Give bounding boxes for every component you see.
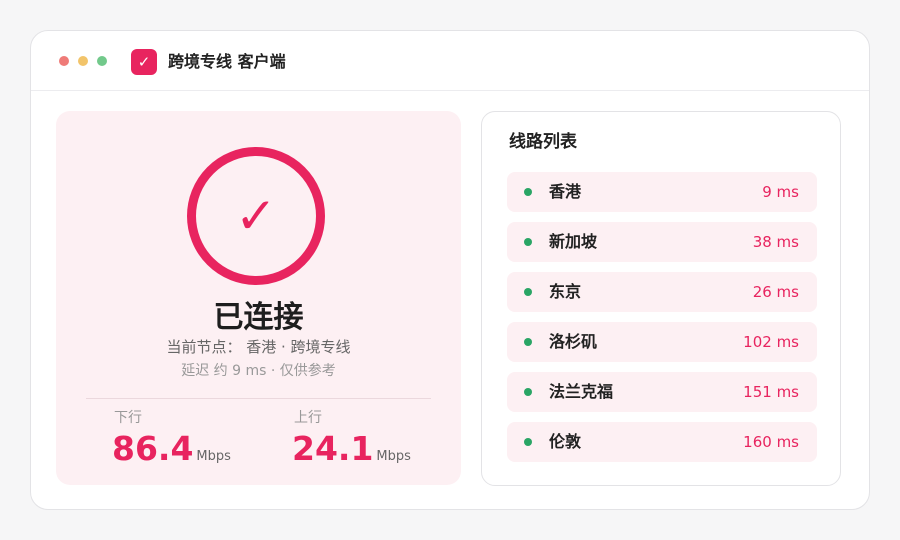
app-title: 跨境专线 客户端: [168, 52, 286, 71]
route-latency: 26 ms: [752, 283, 799, 301]
connected-ring-icon: ✓: [187, 147, 325, 285]
online-status-icon: [524, 338, 532, 346]
checkmark-icon: ✓: [235, 187, 277, 245]
route-latency: 102 ms: [743, 333, 799, 351]
route-name: 新加坡: [549, 232, 598, 251]
route-latency: 160 ms: [743, 433, 799, 451]
online-status-icon: [524, 438, 532, 446]
divider: [86, 398, 431, 399]
route-name: 东京: [549, 282, 582, 301]
close-window-button[interactable]: [59, 56, 69, 66]
route-name: 法兰克福: [549, 382, 614, 401]
online-status-icon: [524, 238, 532, 246]
upload-unit: Mbps: [376, 449, 411, 464]
current-node-text: 当前节点： 香港 · 跨境专线: [166, 338, 351, 356]
route-latency: 9 ms: [762, 183, 799, 201]
route-item-hong-kong[interactable]: 香港 9 ms: [507, 172, 817, 212]
route-item-tokyo[interactable]: 东京 26 ms: [507, 272, 817, 312]
route-name: 洛杉矶: [549, 332, 598, 351]
app-window: ✓ 跨境专线 客户端 ✓ 已连接 当前节点： 香港 · 跨境专线 延迟 约 9 …: [30, 30, 870, 510]
route-list-title: 线路列表: [509, 132, 577, 152]
upload-label: 上行: [294, 410, 322, 426]
route-latency: 151 ms: [743, 383, 799, 401]
download-label: 下行: [114, 410, 142, 426]
online-status-icon: [524, 288, 532, 296]
title-bar: ✓ 跨境专线 客户端: [31, 31, 869, 91]
online-status-icon: [524, 388, 532, 396]
latency-text: 延迟 约 9 ms · 仅供参考: [181, 363, 336, 379]
route-item-london[interactable]: 伦敦 160 ms: [507, 422, 817, 462]
download-unit: Mbps: [196, 449, 231, 464]
download-value: 86.4: [112, 429, 194, 468]
route-list-panel: 线路列表 香港 9 ms 新加坡 38 ms 东京 26 ms 洛杉矶 102 …: [481, 111, 841, 486]
route-latency: 38 ms: [752, 233, 799, 251]
upload-speed: 上行 24.1 Mbps: [292, 409, 411, 469]
upload-value: 24.1: [292, 429, 374, 468]
route-item-frankfurt[interactable]: 法兰克福 151 ms: [507, 372, 817, 412]
download-speed: 下行 86.4 Mbps: [112, 409, 231, 469]
maximize-window-button[interactable]: [97, 56, 107, 66]
connection-status-card: ✓ 已连接 当前节点： 香港 · 跨境专线 延迟 约 9 ms · 仅供参考 下…: [56, 111, 461, 485]
route-item-singapore[interactable]: 新加坡 38 ms: [507, 222, 817, 262]
route-name: 香港: [549, 182, 582, 201]
route-name: 伦敦: [549, 432, 582, 451]
app-logo-icon: ✓: [131, 49, 157, 75]
route-list: 香港 9 ms 新加坡 38 ms 东京 26 ms 洛杉矶 102 ms 法兰…: [507, 172, 817, 472]
minimize-window-button[interactable]: [78, 56, 88, 66]
route-item-los-angeles[interactable]: 洛杉矶 102 ms: [507, 322, 817, 362]
connection-status-title: 已连接: [213, 300, 304, 335]
online-status-icon: [524, 188, 532, 196]
